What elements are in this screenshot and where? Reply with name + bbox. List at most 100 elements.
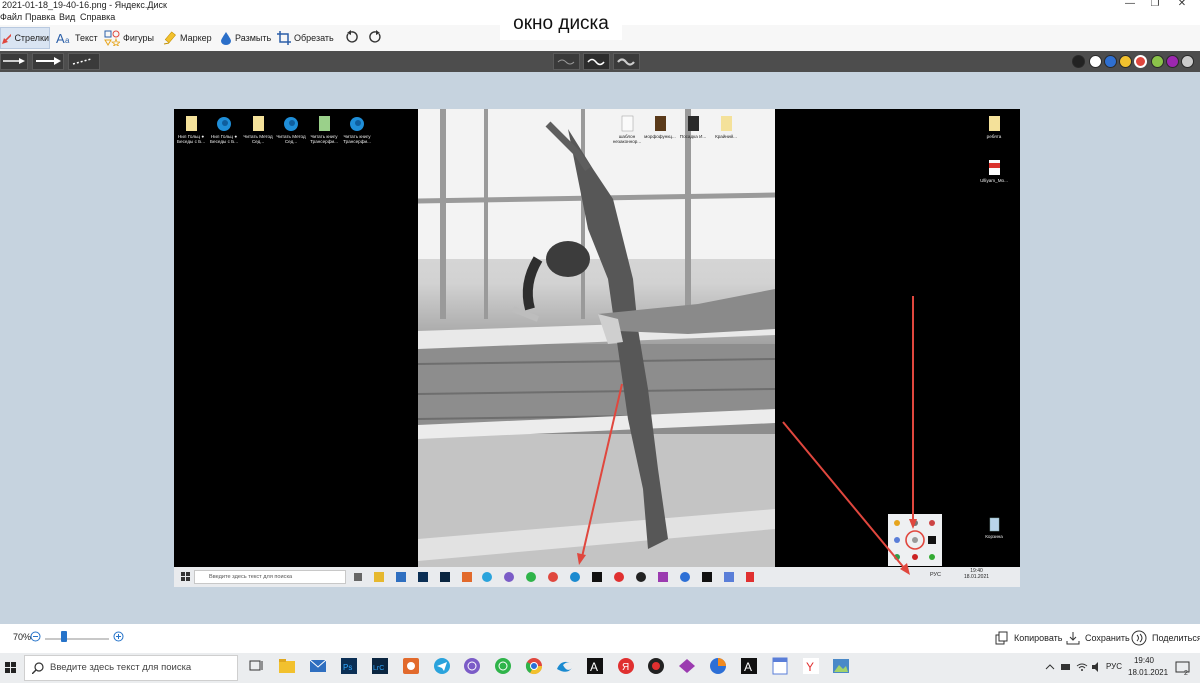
- arrow-dotted-icon: [72, 58, 92, 65]
- svg-text:2: 2: [1184, 670, 1188, 677]
- tool-marker[interactable]: Маркер: [163, 27, 212, 49]
- svg-text:A: A: [744, 660, 752, 674]
- zoom-out-icon[interactable]: [30, 631, 41, 642]
- color-swatch-1[interactable]: [1072, 55, 1085, 68]
- photo-app-icon[interactable]: [402, 657, 420, 675]
- window-title: 2021-01-18_19-40-16.png - Яндекс.Диск: [2, 0, 167, 10]
- color-swatch-2[interactable]: [1089, 55, 1102, 68]
- arrow-style-thin[interactable]: [0, 53, 28, 70]
- yandex-icon[interactable]: Я: [617, 657, 635, 675]
- taskbar-search-input[interactable]: Введите здесь текст для поиска: [24, 655, 238, 681]
- shapes-icon: [104, 30, 120, 46]
- color-swatch-7[interactable]: [1166, 55, 1179, 68]
- menu-file[interactable]: Файл: [0, 12, 22, 22]
- viber-icon[interactable]: [463, 657, 481, 675]
- menu-view[interactable]: Вид: [59, 12, 75, 22]
- blur-icon: [221, 32, 231, 45]
- svg-text:Y: Y: [806, 660, 814, 674]
- tool-arrows[interactable]: Стрелки: [0, 27, 50, 49]
- options-bar: [0, 51, 1200, 72]
- font-app-icon[interactable]: A: [586, 657, 604, 675]
- windows-start-icon[interactable]: [5, 662, 17, 674]
- wave-medium-icon: [587, 58, 605, 66]
- close-icon[interactable]: ✕: [1170, 0, 1194, 10]
- yandex-browser-icon[interactable]: Y: [802, 657, 820, 675]
- tool-crop[interactable]: Обрезать: [277, 27, 334, 49]
- tool-text[interactable]: Aa Текст: [56, 27, 98, 49]
- arrow-icon: [2, 33, 12, 44]
- annotation-text[interactable]: окно диска: [500, 8, 622, 40]
- task-view-icon[interactable]: [248, 657, 266, 675]
- download-icon: [1066, 632, 1080, 645]
- wave-thick-icon: [617, 58, 635, 66]
- redo-icon[interactable]: [369, 30, 383, 44]
- telegram-icon[interactable]: [433, 657, 451, 675]
- image-viewer-icon[interactable]: [832, 657, 850, 675]
- color-swatch-3[interactable]: [1104, 55, 1117, 68]
- font-app-2-icon[interactable]: A: [740, 657, 758, 675]
- edge-icon[interactable]: [555, 657, 573, 675]
- maximize-icon[interactable]: ❐: [1143, 0, 1167, 10]
- minimize-icon[interactable]: —: [1118, 0, 1142, 10]
- curve-style-2[interactable]: [583, 53, 610, 70]
- tray-clock[interactable]: 19:40 18.01.2021: [1128, 655, 1168, 679]
- windows-taskbar: Введите здесь текст для поиска Ps LrC A …: [0, 653, 1200, 683]
- curve-style-1[interactable]: [553, 53, 580, 70]
- volume-icon[interactable]: [1091, 662, 1103, 672]
- copy-icon: [995, 631, 1008, 645]
- tool-blur[interactable]: Размыть: [220, 27, 271, 49]
- svg-text:A: A: [56, 31, 65, 45]
- zoom-level: 70%: [13, 632, 32, 642]
- zoom-slider-track[interactable]: [45, 638, 109, 640]
- status-bar: 70% Копировать Сохранить Поделиться: [0, 624, 1200, 653]
- svg-text:LrC: LrC: [373, 665, 384, 672]
- save-button[interactable]: Сохранить: [1066, 630, 1130, 646]
- crop-icon: [277, 31, 291, 45]
- svg-text:Ps: Ps: [343, 663, 352, 672]
- firefox-icon[interactable]: [709, 657, 727, 675]
- svg-text:Я: Я: [622, 662, 629, 673]
- zoom-slider-handle[interactable]: [61, 631, 68, 642]
- whatsapp-icon[interactable]: [494, 657, 512, 675]
- arrow-thick-icon: [36, 57, 61, 65]
- color-swatch-8[interactable]: [1181, 55, 1194, 68]
- arrow-style-thick[interactable]: [32, 53, 64, 70]
- undo-icon[interactable]: [344, 30, 358, 44]
- annotation-arrows: [577, 296, 917, 575]
- copy-button[interactable]: Копировать: [995, 630, 1062, 646]
- chevron-up-icon[interactable]: [1045, 662, 1055, 672]
- editor-canvas: Нил Гольц ● Беседы с Б... Нил Гольц ● Бе…: [0, 72, 1200, 624]
- chrome-icon[interactable]: [525, 657, 543, 675]
- svg-text:A: A: [590, 660, 598, 674]
- zoom-in-icon[interactable]: [113, 631, 124, 642]
- battery-icon: [1061, 664, 1070, 670]
- color-swatch-5[interactable]: [1134, 55, 1147, 68]
- yandex-disk-editor-window: 2021-01-18_19-40-16.png - Яндекс.Диск — …: [0, 0, 1200, 683]
- tool-shapes[interactable]: Фигуры: [104, 27, 154, 49]
- search-icon: [32, 662, 44, 674]
- color-swatch-4[interactable]: [1119, 55, 1132, 68]
- wifi-icon[interactable]: [1076, 662, 1088, 672]
- share-button[interactable]: Поделиться: [1131, 630, 1200, 646]
- photoshop-icon[interactable]: Ps: [340, 657, 358, 675]
- wave-thin-icon: [557, 59, 575, 65]
- file-explorer-icon[interactable]: [278, 657, 296, 675]
- notifications-icon[interactable]: 2: [1174, 659, 1192, 677]
- text-icon: Aa: [56, 31, 70, 45]
- screenshot-image[interactable]: Нил Гольц ● Беседы с Б... Нил Гольц ● Бе…: [174, 109, 1020, 587]
- notes-icon[interactable]: [771, 657, 789, 675]
- record-icon[interactable]: [647, 657, 665, 675]
- menu-edit[interactable]: Правка: [25, 12, 55, 22]
- arrow-style-dotted[interactable]: [68, 53, 100, 70]
- share-icon: [1131, 630, 1147, 646]
- marker-icon: [163, 31, 176, 45]
- purple-app-icon[interactable]: [678, 657, 696, 675]
- curve-style-3[interactable]: [613, 53, 640, 70]
- svg-text:a: a: [65, 36, 70, 45]
- lightroom-icon[interactable]: LrC: [371, 657, 389, 675]
- tray-language[interactable]: РУС: [1106, 662, 1122, 671]
- mail-icon[interactable]: [309, 657, 327, 675]
- arrow-thin-icon: [3, 58, 25, 64]
- color-swatch-6[interactable]: [1151, 55, 1164, 68]
- menu-help[interactable]: Справка: [80, 12, 115, 22]
